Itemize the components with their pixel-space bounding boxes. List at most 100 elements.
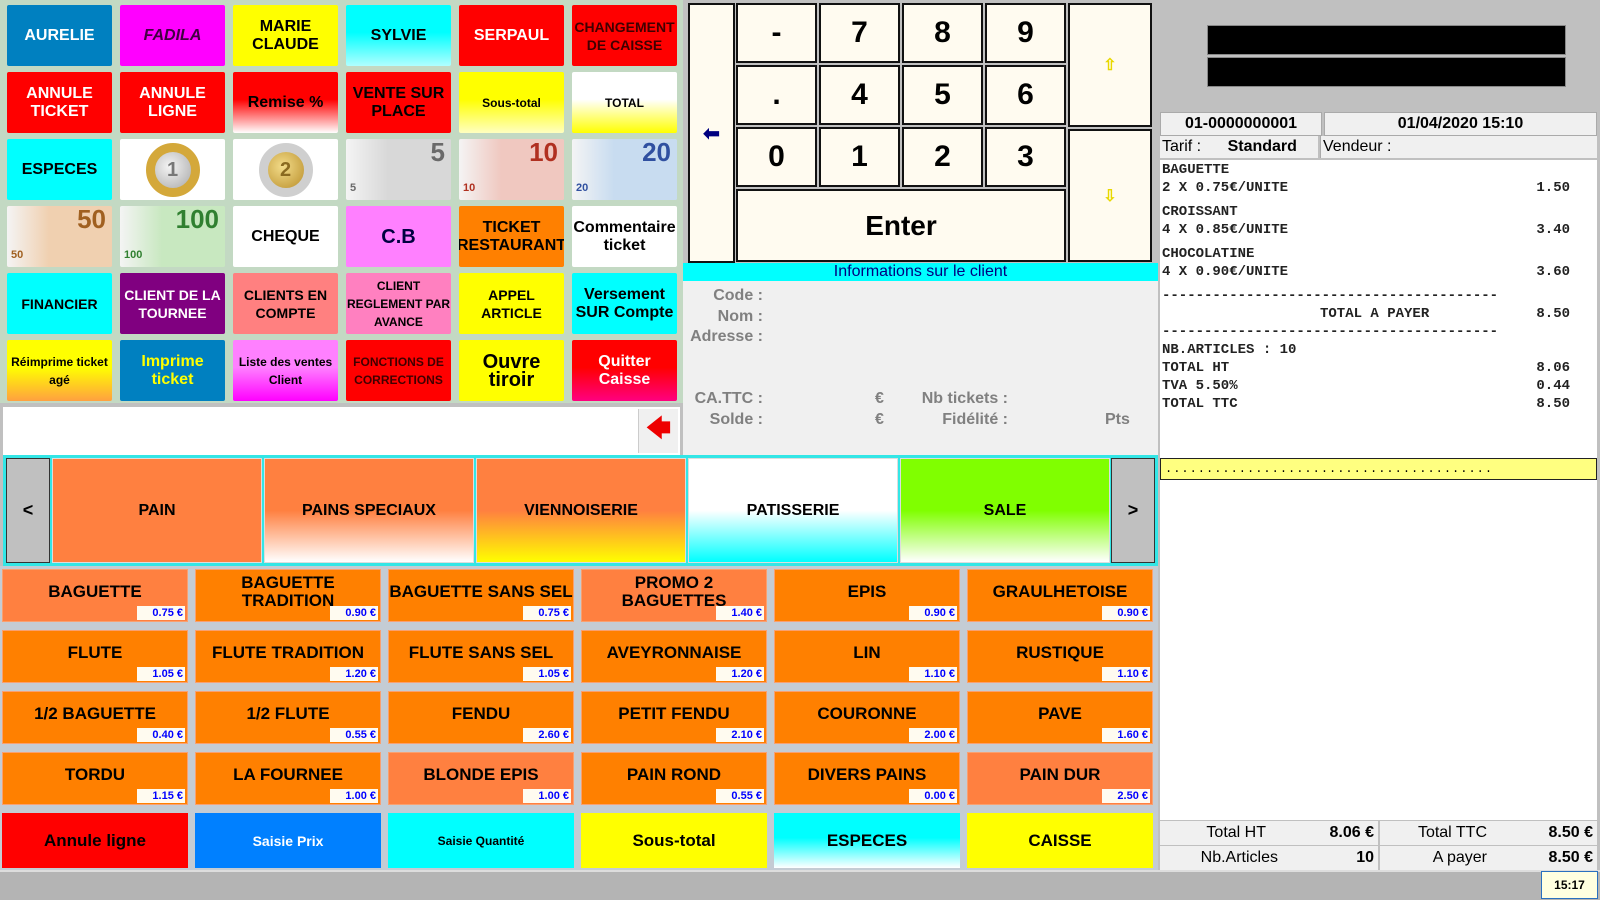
note-20-euro-button[interactable]: 20 20 — [572, 139, 677, 200]
category-viennoiserie[interactable]: VIENNOISERIE — [476, 458, 686, 563]
caisse-action-button[interactable]: CAISSE — [967, 813, 1153, 868]
category-pains-speciaux[interactable]: PAINS SPECIAUX — [264, 458, 474, 563]
category-pain[interactable]: PAIN — [52, 458, 262, 563]
sous-total-button[interactable]: Sous-total — [459, 72, 564, 133]
versement-sur-compte-button[interactable]: Versement SUR Compte — [572, 273, 677, 334]
sous-total-action-button[interactable]: Sous-total — [581, 813, 767, 868]
category-prev-button[interactable]: < — [6, 458, 50, 563]
fadila-button[interactable]: FADILA — [120, 5, 225, 66]
entry-input[interactable] — [3, 407, 680, 455]
product-lin[interactable]: LIN 1.10 € — [774, 630, 960, 683]
keypad-key-8[interactable]: 8 — [902, 3, 983, 63]
note-10-euro-button[interactable]: 10 10 — [459, 139, 564, 200]
product-flute[interactable]: FLUTE 1.05 € — [2, 630, 188, 683]
product-tordu[interactable]: TORDU 1.15 € — [2, 752, 188, 805]
c-b-button[interactable]: C.B — [346, 206, 451, 267]
appel-article-button[interactable]: APPEL ARTICLE — [459, 273, 564, 334]
annule-ligne-action-button[interactable]: Annule ligne — [2, 813, 188, 868]
cheque-button[interactable]: CHEQUE — [233, 206, 338, 267]
note-50-euro-button[interactable]: 50 50 — [7, 206, 112, 267]
product-price: 0.75 € — [137, 606, 185, 620]
product-pain-dur[interactable]: PAIN DUR 2.50 € — [967, 752, 1153, 805]
keypad-key-1[interactable]: 1 — [819, 127, 900, 187]
sylvie-button[interactable]: SYLVIE — [346, 5, 451, 66]
product-baguette-tradition[interactable]: BAGUETTE TRADITION 0.90 € — [195, 569, 381, 622]
changement-de-caisse-button[interactable]: CHANGEMENT DE CAISSE — [572, 5, 677, 66]
category-patisserie[interactable]: PATISSERIE — [688, 458, 898, 563]
coin-2-euro-button[interactable]: 2 — [233, 139, 338, 200]
receipt-item-detail: 4 X 0.85€/UNITE — [1162, 222, 1289, 238]
product-graulhetoise[interactable]: GRAULHETOISE 0.90 € — [967, 569, 1153, 622]
category-next-button[interactable]: > — [1111, 458, 1155, 563]
product-promo-2-baguettes[interactable]: PROMO 2 BAGUETTES 1.40 € — [581, 569, 767, 622]
product-label: TORDU — [64, 764, 126, 784]
keypad-key-2[interactable]: 2 — [902, 127, 983, 187]
backspace-button[interactable]: 🡄 — [638, 409, 678, 453]
keypad-enter-button[interactable]: Enter — [736, 189, 1066, 262]
client-reglement-par-avance-button[interactable]: CLIENT REGLEMENT PAR AVANCE — [346, 273, 451, 334]
liste-des-ventes-client-button[interactable]: Liste des ventes Client — [233, 340, 338, 401]
imprime-ticket-button[interactable]: Imprime ticket — [120, 340, 225, 401]
product-1-2-baguette[interactable]: 1/2 BAGUETTE 0.40 € — [2, 691, 188, 744]
financier-button[interactable]: FINANCIER — [7, 273, 112, 334]
keypad-key-7[interactable]: 7 — [819, 3, 900, 63]
note-5-euro-button[interactable]: 55 — [346, 139, 451, 200]
keypad-left-arrow-button[interactable]: ⬅ — [688, 3, 735, 263]
category-sale[interactable]: SALE — [900, 458, 1110, 563]
clients-en-compte-button[interactable]: CLIENTS EN COMPTE — [233, 273, 338, 334]
keypad-key-9[interactable]: 9 — [985, 3, 1066, 63]
fonctions-de-corrections-button[interactable]: FONCTIONS DE CORRECTIONS — [346, 340, 451, 401]
marie-claude-button[interactable]: MARIE CLAUDE — [233, 5, 338, 66]
coin-1-euro-button[interactable]: 1 — [120, 139, 225, 200]
product-baguette[interactable]: BAGUETTE 0.75 € — [2, 569, 188, 622]
nom-label: Nom : — [717, 308, 763, 325]
keypad-key-minus[interactable]: - — [736, 3, 817, 63]
product-fendu[interactable]: FENDU 2.60 € — [388, 691, 574, 744]
remise-button[interactable]: Remise % — [233, 72, 338, 133]
annule-ligne-button[interactable]: ANNULE LIGNE — [120, 72, 225, 133]
annule-ticket-button[interactable]: ANNULE TICKET — [7, 72, 112, 133]
product-couronne[interactable]: COURONNE 2.00 € — [774, 691, 960, 744]
total-button[interactable]: TOTAL — [572, 72, 677, 133]
product-flute-sans-sel[interactable]: FLUTE SANS SEL 1.05 € — [388, 630, 574, 683]
product-1-2-flute[interactable]: 1/2 FLUTE 0.55 € — [195, 691, 381, 744]
product-price: 0.00 € — [909, 789, 957, 803]
keypad-key-3[interactable]: 3 — [985, 127, 1066, 187]
saisie-prix-action-button[interactable]: Saisie Prix — [195, 813, 381, 868]
keypad-up-button[interactable]: ⇧ — [1068, 3, 1152, 127]
product-pave[interactable]: PAVE 1.60 € — [967, 691, 1153, 744]
ticket-restaurant-button[interactable]: TICKET RESTAURANT — [459, 206, 564, 267]
product-epis[interactable]: EPIS 0.90 € — [774, 569, 960, 622]
serpaul-button[interactable]: SERPAUL — [459, 5, 564, 66]
numeric-keypad: ⬅ -7 8 9. 4 5 6 0 1 2 3 Enter ⇧ ⇩ — [686, 2, 1158, 263]
product-flute-tradition[interactable]: FLUTE TRADITION 1.20 € — [195, 630, 381, 683]
product-rustique[interactable]: RUSTIQUE 1.10 € — [967, 630, 1153, 683]
product-la-fournee[interactable]: LA FOURNEE 1.00 € — [195, 752, 381, 805]
keypad-down-button[interactable]: ⇩ — [1068, 129, 1152, 262]
client-de-la-tournee-button[interactable]: CLIENT DE LA TOURNEE — [120, 273, 225, 334]
product-divers-pains[interactable]: DIVERS PAINS 0.00 € — [774, 752, 960, 805]
product-baguette-sans-sel[interactable]: BAGUETTE SANS SEL 0.75 € — [388, 569, 574, 622]
aurelie-button[interactable]: AURELIE — [7, 5, 112, 66]
quitter-caisse-button[interactable]: Quitter Caisse — [572, 340, 677, 401]
vente-sur-place-button[interactable]: VENTE SUR PLACE — [346, 72, 451, 133]
product-blonde-epis[interactable]: BLONDE EPIS 1.00 € — [388, 752, 574, 805]
product-price: 2.00 € — [909, 728, 957, 742]
keypad-key-6[interactable]: 6 — [985, 65, 1066, 125]
product-aveyronnaise[interactable]: AVEYRONNAISE 1.20 € — [581, 630, 767, 683]
product-pain-rond[interactable]: PAIN ROND 0.55 € — [581, 752, 767, 805]
keypad-key-dot[interactable]: . — [736, 65, 817, 125]
keypad-key-0[interactable]: 0 — [736, 127, 817, 187]
product-label: 1/2 BAGUETTE — [34, 703, 156, 723]
keypad-key-5[interactable]: 5 — [902, 65, 983, 125]
product-petit-fendu[interactable]: PETIT FENDU 2.10 € — [581, 691, 767, 744]
reimprime-ticket-age-button[interactable]: Réimprime ticket agé — [7, 340, 112, 401]
especes-button[interactable]: ESPECES — [7, 139, 112, 200]
especes-action-button[interactable]: ESPECES — [774, 813, 960, 868]
receipt-separator: ---------------------------------------- — [1162, 324, 1499, 340]
note-100-euro-button[interactable]: 100 100 — [120, 206, 225, 267]
commentaire-ticket-button[interactable]: Commentaire ticket — [572, 206, 677, 267]
saisie-quantite-action-button[interactable]: Saisie Quantité — [388, 813, 574, 868]
keypad-key-4[interactable]: 4 — [819, 65, 900, 125]
ouvre-tiroir-button[interactable]: Ouvre tiroir — [459, 340, 564, 401]
